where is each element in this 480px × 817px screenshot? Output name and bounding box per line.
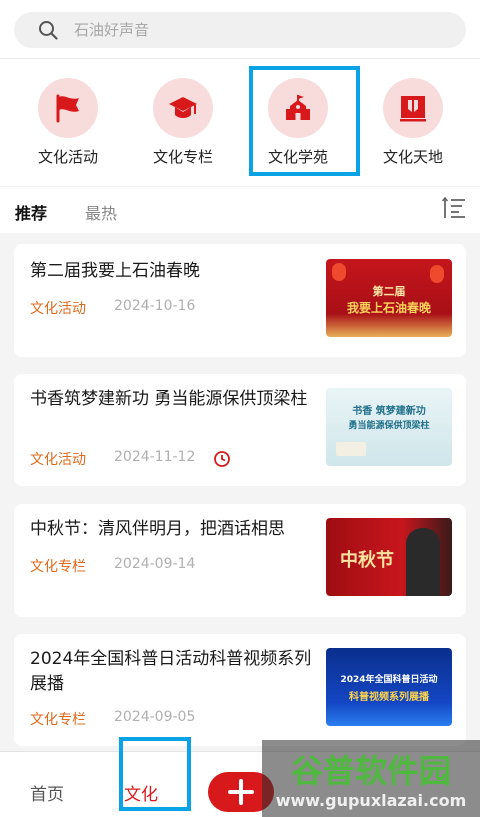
article-title: 第二届我要上石油春晚 bbox=[30, 261, 200, 281]
highlight-box bbox=[249, 66, 360, 176]
thumbnail-text: 科普视频系列展播 bbox=[349, 692, 429, 703]
thumbnail-text: 书香 筑梦建新功 bbox=[352, 406, 426, 417]
search-bar[interactable] bbox=[14, 12, 466, 48]
article-card[interactable]: 中秋节：清风伴明月，把酒话相思 文化专栏 2024-09-14 中秋节 bbox=[14, 504, 466, 617]
category-icon-bg bbox=[383, 78, 443, 138]
category-label: 文化活动 bbox=[37, 148, 98, 166]
thumbnail-text: 第二届 bbox=[372, 285, 406, 298]
article-thumbnail: 2024年全国科普日活动 科普视频系列展播 bbox=[326, 648, 452, 726]
article-card[interactable]: 2024年全国科普日活动科普视频系列展播 文化专栏 2024-09-05 202… bbox=[14, 634, 466, 746]
article-title: 2024年全国科普日活动科普视频系列展播 bbox=[30, 649, 312, 694]
article-thumbnail: 第二届 我要上石油春晚 bbox=[326, 259, 452, 337]
lantern-icon bbox=[430, 265, 444, 283]
header-panel: 文化活动 文化专栏 文化学苑 bbox=[0, 0, 480, 186]
category-label: 文化专栏 bbox=[152, 148, 213, 166]
sort-list-icon[interactable] bbox=[442, 196, 466, 220]
article-thumbnail: 中秋节 bbox=[326, 518, 452, 596]
tab-hottest[interactable]: 最热 bbox=[85, 200, 117, 224]
article-date: 2024-11-12 bbox=[114, 449, 196, 465]
article-date: 2024-10-16 bbox=[114, 298, 196, 314]
nav-home[interactable]: 首页 bbox=[30, 780, 64, 805]
category-label: 文化天地 bbox=[382, 148, 443, 166]
article-date: 2024-09-05 bbox=[114, 709, 196, 725]
graduation-cap-icon bbox=[169, 97, 197, 118]
article-title: 中秋节：清风伴明月，把酒话相思 bbox=[30, 519, 285, 539]
clock-icon bbox=[214, 451, 230, 467]
flag-icon bbox=[56, 94, 79, 123]
search-input[interactable] bbox=[74, 18, 454, 42]
divider bbox=[0, 58, 480, 59]
article-card[interactable]: 书香筑梦建新功 勇当能源保供顶梁柱 文化活动 2024-11-12 书香 筑梦建… bbox=[14, 374, 466, 486]
category-culture-activity[interactable]: 文化活动 bbox=[10, 74, 126, 174]
thumbnail-text: 勇当能源保供顶梁柱 bbox=[348, 421, 430, 431]
thumbnail-text: 我要上石油春晚 bbox=[346, 301, 431, 315]
search-icon bbox=[39, 21, 58, 40]
tab-bar: 推荐 最热 bbox=[0, 187, 480, 233]
article-date: 2024-09-14 bbox=[114, 556, 196, 572]
category-icon-bg bbox=[38, 78, 98, 138]
article-title: 书香筑梦建新功 勇当能源保供顶梁柱 bbox=[30, 389, 308, 409]
article-tag: 文化专栏 bbox=[30, 559, 86, 575]
article-thumbnail: 书香 筑梦建新功 勇当能源保供顶梁柱 bbox=[326, 388, 452, 466]
article-card[interactable]: 第二届我要上石油春晚 文化活动 2024-10-16 第二届 我要上石油春晚 bbox=[14, 244, 466, 357]
person-photo bbox=[406, 528, 440, 596]
category-culture-world[interactable]: 文化天地 bbox=[355, 74, 471, 174]
tab-recommended[interactable]: 推荐 bbox=[15, 200, 47, 224]
category-culture-column[interactable]: 文化专栏 bbox=[125, 74, 241, 174]
category-icon-bg bbox=[153, 78, 213, 138]
article-tag: 文化活动 bbox=[30, 301, 86, 317]
book-image bbox=[336, 442, 366, 456]
article-tag: 文化活动 bbox=[30, 452, 86, 468]
article-tag: 文化专栏 bbox=[30, 712, 86, 728]
highlight-box bbox=[119, 737, 191, 811]
svg-text:谷普软件园: 谷普软件园 bbox=[291, 752, 451, 790]
plus-icon bbox=[228, 779, 254, 805]
thumbnail-text: 2024年全国科普日活动 bbox=[340, 675, 438, 685]
watermark-logo: 谷普软件园 www.gupuxlazai.com bbox=[262, 740, 480, 817]
book-frame-icon bbox=[400, 96, 426, 122]
svg-text:www.gupuxlazai.com: www.gupuxlazai.com bbox=[276, 791, 467, 810]
lantern-icon bbox=[332, 263, 346, 281]
